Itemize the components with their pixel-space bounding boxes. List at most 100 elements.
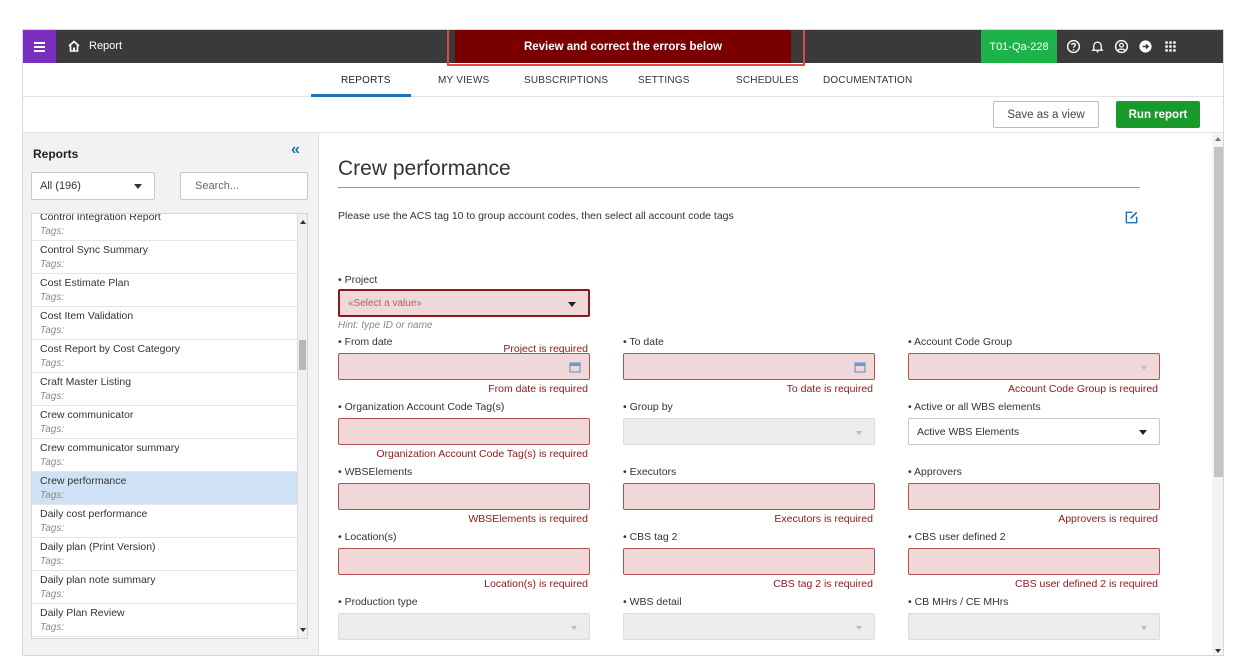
logout-icon[interactable] <box>1138 39 1153 54</box>
chevron-down-icon <box>568 302 576 307</box>
tab-settings[interactable]: SETTINGS <box>638 75 690 86</box>
list-item[interactable]: Daily cost performance Tags: <box>32 505 307 538</box>
report-name: Daily Plan Review <box>40 607 125 619</box>
account-code-group-select[interactable] <box>908 353 1160 380</box>
report-list-scrollbar[interactable] <box>297 214 307 638</box>
report-tags: Tags: <box>40 523 65 534</box>
report-search-input[interactable] <box>180 172 308 200</box>
list-item-selected[interactable]: Crew performance Tags: <box>32 472 307 505</box>
list-item[interactable]: Cost Report by Cost Category Tags: <box>32 340 307 373</box>
report-list: Control Integration Report Tags: Control … <box>31 213 308 639</box>
report-name: Daily plan (Print Version) <box>40 541 156 553</box>
list-item[interactable]: Craft Master Listing Tags: <box>32 373 307 406</box>
report-name: Craft Master Listing <box>40 376 132 388</box>
calendar-icon[interactable] <box>854 361 866 373</box>
cbs-user-defined-2-input[interactable] <box>908 548 1160 575</box>
scroll-thumb[interactable] <box>299 340 306 370</box>
locations-input[interactable] <box>338 548 590 575</box>
group-by-label: • Group by <box>623 401 673 413</box>
production-type-select[interactable] <box>338 613 590 640</box>
active-or-all-wbs-select[interactable]: Active WBS Elements <box>908 418 1160 445</box>
home-icon[interactable] <box>67 39 81 53</box>
project-select[interactable]: «Select a value» <box>338 289 590 317</box>
list-item[interactable]: Daily plan note summary Tags: <box>32 571 307 604</box>
bell-icon[interactable] <box>1090 39 1105 54</box>
list-item[interactable]: Daily plan (Print Version) Tags: <box>32 538 307 571</box>
to-date-label: • To date <box>623 336 664 348</box>
cb-mhrs-select[interactable] <box>908 613 1160 640</box>
environment-badge[interactable]: T01-Qa-228 <box>981 30 1057 63</box>
report-tags: Tags: <box>40 325 65 336</box>
report-name: Daily cost performance <box>40 508 148 520</box>
list-item[interactable]: Cost Item Validation Tags: <box>32 307 307 340</box>
scroll-up-icon[interactable] <box>1215 137 1221 141</box>
project-placeholder: «Select a value» <box>348 298 422 309</box>
menu-icon[interactable] <box>23 30 56 63</box>
page-title: Crew performance <box>338 157 511 180</box>
from-date-label: • From date <box>338 336 393 348</box>
chevron-down-icon <box>1141 366 1147 370</box>
scroll-down-icon[interactable] <box>300 628 306 632</box>
scroll-down-icon[interactable] <box>1215 649 1221 653</box>
tab-my-views[interactable]: MY VIEWS <box>438 75 489 86</box>
list-item[interactable]: Crew communicator summary Tags: <box>32 439 307 472</box>
report-description: Please use the ACS tag 10 to group accou… <box>338 210 734 222</box>
app-window: Report Review and correct the errors bel… <box>22 29 1224 656</box>
org-account-code-tags-label: • Organization Account Code Tag(s) <box>338 401 505 413</box>
chevron-down-icon <box>1139 430 1147 435</box>
user-icon[interactable] <box>1114 39 1129 54</box>
group-by-select[interactable] <box>623 418 875 445</box>
report-tags: Tags: <box>40 292 65 303</box>
report-form-panel: Crew performance Please use the ACS tag … <box>320 133 1223 655</box>
run-report-button[interactable]: Run report <box>1116 101 1200 128</box>
cb-mhrs-label: • CB MHrs / CE MHrs <box>908 596 1009 608</box>
to-date-error: To date is required <box>786 383 873 395</box>
report-name: Control Sync Summary <box>40 244 148 256</box>
org-account-code-tags-error: Organization Account Code Tag(s) is requ… <box>376 448 588 460</box>
apps-grid-icon[interactable] <box>1163 39 1178 54</box>
cbs-tag-2-label: • CBS tag 2 <box>623 531 678 543</box>
list-item[interactable]: Daily Plan Review Tags: <box>32 604 307 637</box>
report-tags: Tags: <box>40 589 65 600</box>
project-label: • Project <box>338 274 378 286</box>
report-filter-select[interactable]: All (196) <box>31 172 155 200</box>
chevron-down-icon <box>571 626 577 630</box>
approvers-input[interactable] <box>908 483 1160 510</box>
chevron-down-icon <box>134 184 142 189</box>
save-as-view-button[interactable]: Save as a view <box>993 101 1099 128</box>
to-date-input[interactable] <box>623 353 875 380</box>
list-item[interactable]: Cost Estimate Plan Tags: <box>32 274 307 307</box>
reports-sidebar: Reports « All (196) Control Integration … <box>23 133 319 655</box>
report-name: Crew communicator <box>40 409 134 421</box>
cbs-tag-2-input[interactable] <box>623 548 875 575</box>
cbs-user-defined-2-label: • CBS user defined 2 <box>908 531 1006 543</box>
report-name: Cost Report by Cost Category <box>40 343 181 355</box>
executors-input[interactable] <box>623 483 875 510</box>
collapse-sidebar-icon[interactable]: « <box>291 141 300 159</box>
from-date-input[interactable] <box>338 353 590 380</box>
report-tags: Tags: <box>40 556 65 567</box>
list-item[interactable]: Control Sync Summary Tags: <box>32 241 307 274</box>
project-hint: Hint: type ID or name <box>338 320 433 331</box>
active-or-all-wbs-value: Active WBS Elements <box>917 426 1020 438</box>
report-tags: Tags: <box>40 622 65 633</box>
tab-documentation[interactable]: DOCUMENTATION <box>823 75 912 86</box>
edit-icon[interactable] <box>1124 210 1139 225</box>
tab-subscriptions[interactable]: SUBSCRIPTIONS <box>524 75 608 86</box>
wbs-detail-select[interactable] <box>623 613 875 640</box>
main-scrollbar[interactable] <box>1212 133 1223 655</box>
top-bar: Report Review and correct the errors bel… <box>23 30 1223 66</box>
wbs-elements-input[interactable] <box>338 483 590 510</box>
production-type-label: • Production type <box>338 596 418 608</box>
list-item[interactable]: Crew communicator Tags: <box>32 406 307 439</box>
scroll-up-icon[interactable] <box>300 220 306 224</box>
list-item[interactable]: Control Integration Report Tags: <box>32 214 307 241</box>
tab-reports[interactable]: REPORTS <box>341 75 391 86</box>
calendar-icon[interactable] <box>569 361 581 373</box>
help-icon[interactable] <box>1066 39 1081 54</box>
scroll-thumb[interactable] <box>1214 147 1223 477</box>
report-tags: Tags: <box>40 490 65 501</box>
tab-schedules[interactable]: SCHEDULES <box>736 75 799 86</box>
report-tags: Tags: <box>40 424 65 435</box>
org-account-code-tags-input[interactable] <box>338 418 590 445</box>
